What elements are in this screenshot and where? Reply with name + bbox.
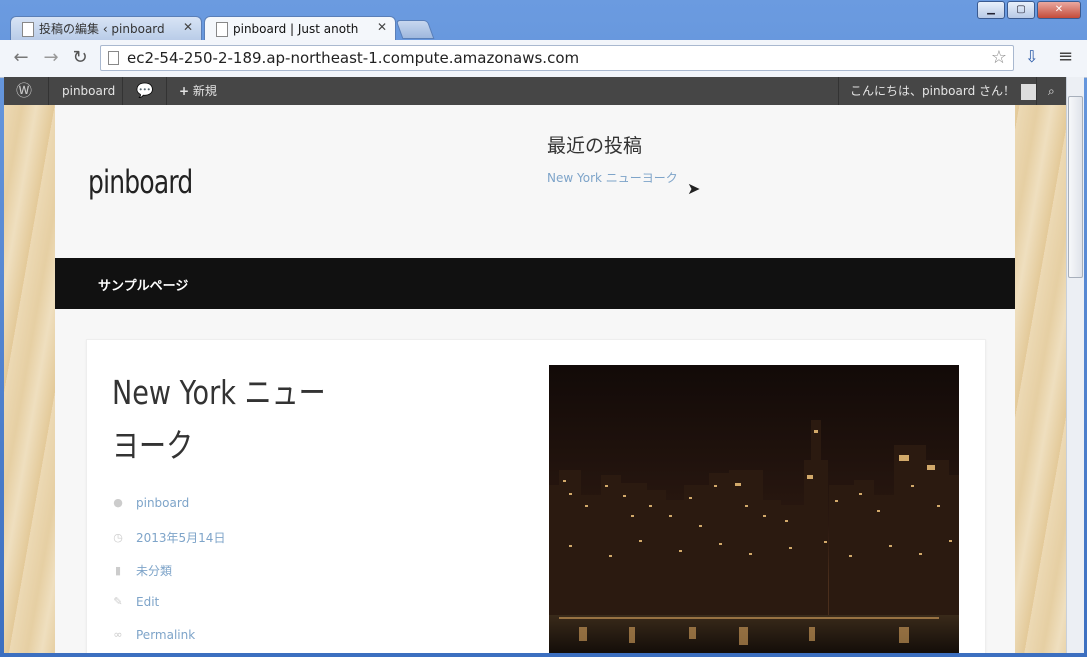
featured-image[interactable] (549, 365, 959, 653)
scrollbar-thumb[interactable] (1068, 96, 1083, 278)
minimize-button[interactable]: ▁ (977, 1, 1005, 19)
tab-strip: 投稿の編集 ‹ pinboard — ✕ pinboard | Just ano… (0, 0, 1087, 40)
tab-pinboard[interactable]: pinboard | Just another ✕ (204, 16, 396, 40)
admin-site-name[interactable]: pinboard (52, 77, 125, 105)
menu-item-sample-page[interactable]: サンプルページ (98, 275, 188, 294)
close-icon[interactable]: ✕ (377, 20, 387, 34)
main-navigation: サンプルページ (55, 258, 1015, 309)
post-date[interactable]: ◷ 2013年5月14日 (112, 529, 225, 546)
close-window-button[interactable]: ✕ (1037, 1, 1081, 19)
divider (1036, 77, 1037, 105)
pencil-icon: ✎ (113, 595, 123, 608)
greeting-text: こんにちは、pinboard さん！ (850, 84, 1016, 98)
mouse-cursor-icon: ➤ (687, 179, 701, 198)
divider (166, 77, 167, 105)
reload-icon[interactable]: ↻ (69, 48, 91, 68)
download-icon[interactable]: ⇩ (1025, 47, 1038, 66)
post-edit[interactable]: ✎ Edit (112, 595, 159, 609)
avatar (1020, 83, 1037, 100)
divider (838, 77, 839, 105)
wp-admin-bar: Ⓦ pinboard 💬 + 新規 こんにちは、pinboard さん！ ⌕ (4, 77, 1066, 105)
site-title[interactable]: pinboard (88, 163, 193, 201)
wordpress-logo-icon[interactable]: Ⓦ (4, 77, 44, 105)
window-controls: ▁ ▢ ✕ (977, 1, 1081, 19)
bookmark-icon: ▮ (114, 563, 122, 577)
address-bar[interactable]: ec2-54-250-2-189.ap-northeast-1.compute.… (100, 45, 1014, 71)
post-category[interactable]: ▮ 未分類 (112, 562, 172, 579)
url-text: ec2-54-250-2-189.ap-northeast-1.compute.… (127, 49, 580, 67)
recent-posts-heading: 最近の投稿 (547, 135, 643, 157)
link-icon: ∞ (113, 628, 123, 641)
account-greeting[interactable]: こんにちは、pinboard さん！ (840, 77, 1047, 105)
divider (122, 77, 123, 105)
page-icon (216, 22, 228, 37)
category-link: 未分類 (136, 564, 173, 578)
permalink-link: Permalink (136, 628, 196, 642)
comments-icon[interactable]: 💬 (126, 77, 163, 105)
post-card: New York ニューヨーク ● pinboard ◷ 2013年5月14日 … (86, 339, 986, 653)
page-viewport: pinboard 最近の投稿 New York ニューヨーク ➤ サンプルページ… (4, 105, 1066, 653)
tab-edit-post[interactable]: 投稿の編集 ‹ pinboard — ✕ (10, 16, 202, 40)
divider (48, 77, 49, 105)
maximize-button[interactable]: ▢ (1007, 1, 1035, 19)
site-header: pinboard 最近の投稿 New York ニューヨーク ➤ (55, 105, 1015, 258)
post-permalink[interactable]: ∞ Permalink (112, 628, 195, 642)
post-author[interactable]: ● pinboard (112, 496, 189, 510)
tab-label: 投稿の編集 ‹ pinboard — (39, 22, 164, 36)
close-icon[interactable]: ✕ (183, 20, 193, 34)
city-skyline-image (549, 365, 959, 653)
bookmark-star-icon[interactable]: ☆ (991, 47, 1007, 69)
date-link: 2013年5月14日 (136, 531, 226, 545)
new-label: 新規 (192, 84, 217, 98)
search-icon[interactable]: ⌕ (1038, 77, 1065, 105)
site-container: pinboard 最近の投稿 New York ニューヨーク ➤ サンプルページ… (55, 105, 1015, 653)
author-link: pinboard (136, 496, 190, 510)
user-icon: ● (113, 496, 123, 509)
clock-icon: ◷ (113, 530, 123, 544)
page-icon (108, 51, 119, 65)
forward-arrow-icon[interactable]: → (40, 48, 62, 68)
new-tab-button[interactable] (395, 20, 435, 39)
recent-post-link[interactable]: New York ニューヨーク (547, 169, 678, 186)
back-arrow-icon[interactable]: ← (10, 48, 32, 68)
plus-icon: + (179, 84, 190, 98)
new-content-menu[interactable]: + 新規 (169, 77, 227, 105)
tab-label: pinboard | Just another (233, 21, 358, 36)
page-icon (22, 22, 34, 37)
edit-link: Edit (136, 595, 160, 609)
post-title[interactable]: New York ニューヨーク (112, 366, 333, 472)
menu-icon[interactable]: ≡ (1058, 46, 1073, 67)
